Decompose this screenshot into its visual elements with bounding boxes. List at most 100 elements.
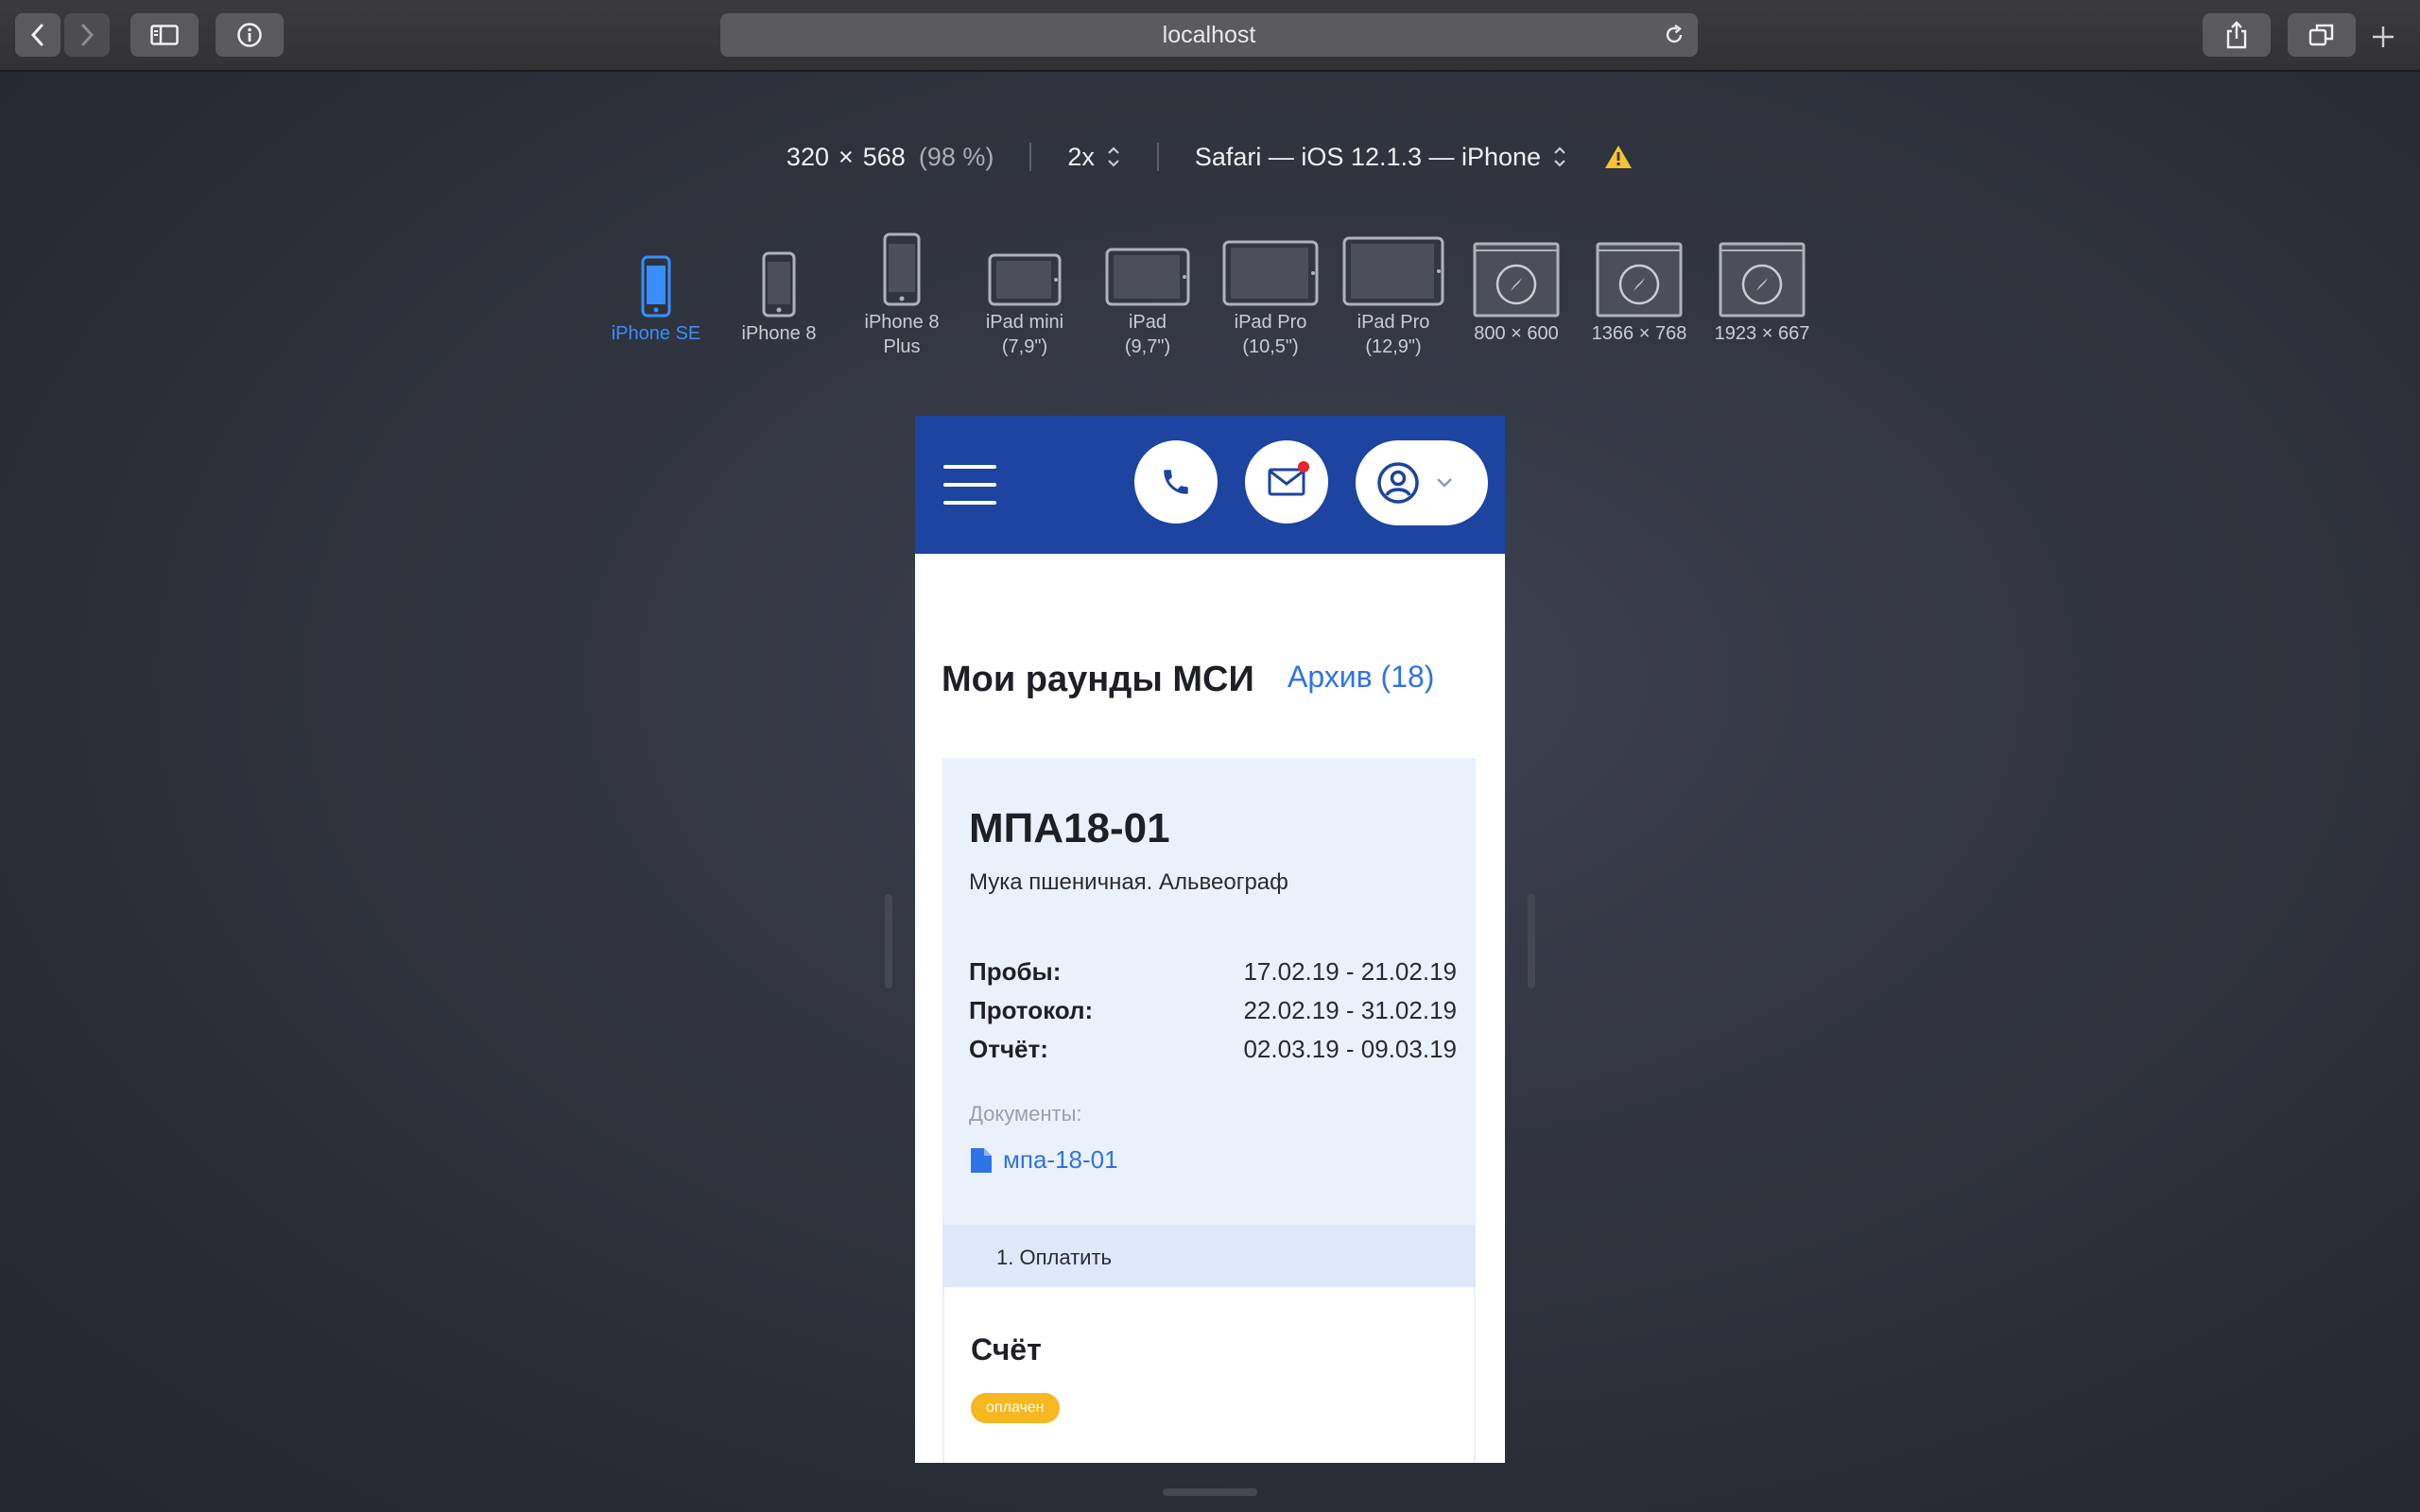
- profile-menu-button[interactable]: [1356, 440, 1488, 525]
- user-agent-select[interactable]: Safari — iOS 12.1.3 — iPhone: [1195, 143, 1567, 172]
- date-label: Отчёт:: [969, 1035, 1048, 1063]
- device-ipad-pro-10-5[interactable]: iPad Pro (10,5"): [1209, 212, 1332, 359]
- address-bar[interactable]: localhost: [720, 13, 1698, 57]
- share-icon: [2226, 21, 2247, 49]
- iphone-icon: [883, 232, 921, 306]
- notification-dot: [1298, 461, 1309, 472]
- messages-button[interactable]: [1245, 440, 1328, 524]
- chevron-down-icon: [1437, 478, 1452, 488]
- mail-icon: [1268, 468, 1305, 496]
- device-ipad[interactable]: iPad (9,7"): [1086, 212, 1209, 359]
- ipad-icon: [1222, 240, 1319, 306]
- device-label-2: (12,9"): [1365, 336, 1422, 357]
- device-label: iPad mini: [985, 312, 1064, 333]
- ipad-icon: [1105, 248, 1190, 306]
- round-card: МПА18-01 Мука пшеничная. Альвеограф Проб…: [942, 758, 1476, 1463]
- phone-icon: [1164, 470, 1188, 494]
- date-label: Протокол:: [969, 996, 1094, 1024]
- device-label-2: Plus: [883, 336, 921, 357]
- device-label-2: (10,5"): [1242, 336, 1299, 357]
- date-value: 22.02.19 - 31.02.19: [1243, 996, 1457, 1024]
- device-label: iPhone 8: [741, 323, 817, 344]
- device-label: iPhone SE: [611, 323, 701, 344]
- phone-viewport: Мои раунды МСИ Архив (18) МПА18-01 Мука …: [915, 416, 1505, 1463]
- page-title: Мои раунды МСИ: [942, 660, 1254, 699]
- viewport-width: 320: [786, 142, 829, 171]
- ipad-icon: [988, 253, 1062, 306]
- device-label-2: (7,9"): [1001, 336, 1048, 357]
- forward-button[interactable]: [64, 13, 110, 57]
- round-code: МПА18-01: [969, 805, 1170, 851]
- chevron-left-icon: [30, 24, 43, 46]
- right-resize-handle[interactable]: [1528, 894, 1535, 988]
- browser-toolbar: localhost: [0, 0, 2420, 72]
- menu-icon: [943, 465, 996, 469]
- device-label: iPad: [1128, 312, 1167, 333]
- device-iphone-8-plus[interactable]: iPhone 8 Plus: [840, 212, 963, 359]
- back-button[interactable]: [15, 13, 60, 57]
- reload-icon[interactable]: [1662, 23, 1686, 47]
- date-value: 02.03.19 - 09.03.19: [1243, 1035, 1457, 1063]
- device-label: 800 × 600: [1474, 323, 1559, 344]
- document-link-label: мпа-18-01: [1003, 1145, 1118, 1174]
- times-sign: ×: [838, 142, 854, 171]
- menu-icon: [943, 483, 996, 487]
- safari-window-icon: [1596, 242, 1683, 318]
- safari-window-icon: [1719, 242, 1806, 318]
- sidebar-button[interactable]: [130, 13, 199, 57]
- device-label: iPad Pro: [1234, 312, 1307, 333]
- site-header: [915, 416, 1505, 554]
- device-1923x667[interactable]: 1923 × 667: [1701, 223, 1824, 346]
- round-dates: Пробы: 17.02.19 - 21.02.19 Протокол: 22.…: [969, 953, 1457, 1069]
- device-label-2: (9,7"): [1124, 336, 1171, 357]
- invoice-section: Счёт оплачен: [944, 1287, 1474, 1463]
- info-button[interactable]: [216, 13, 284, 57]
- date-row: Пробы: 17.02.19 - 21.02.19: [969, 953, 1457, 991]
- left-resize-handle[interactable]: [885, 894, 892, 988]
- updown-chevron-icon: [1108, 146, 1119, 167]
- bottom-resize-handle[interactable]: [1163, 1488, 1257, 1496]
- device-label: iPhone 8: [864, 312, 940, 333]
- user-avatar-icon: [1377, 462, 1419, 504]
- chevron-right-icon: [81, 24, 95, 46]
- menu-button[interactable]: [943, 463, 996, 507]
- documents-label: Документы:: [969, 1102, 1082, 1125]
- warning-icon[interactable]: [1603, 144, 1634, 170]
- divider: [1156, 143, 1159, 171]
- device-ipad-pro-12-9[interactable]: iPad Pro (12,9"): [1332, 212, 1455, 359]
- date-label: Пробы:: [969, 957, 1062, 986]
- date-row: Протокол: 22.02.19 - 31.02.19: [969, 991, 1457, 1030]
- scale-select[interactable]: 2x: [1067, 143, 1121, 172]
- zoom-level: (98 %): [918, 142, 994, 171]
- new-tab-plus-icon[interactable]: [2371, 25, 2395, 49]
- device-label: iPad Pro: [1357, 312, 1430, 333]
- url-text: localhost: [1162, 21, 1256, 48]
- sidebar-icon: [150, 25, 179, 45]
- share-button[interactable]: [2203, 13, 2271, 57]
- archive-link[interactable]: Архив (18): [1288, 660, 1434, 695]
- updown-chevron-icon: [1554, 146, 1565, 167]
- device-iphone-8[interactable]: iPhone 8: [717, 223, 840, 346]
- document-link[interactable]: мпа-18-01: [969, 1145, 1118, 1175]
- device-label: 1923 × 667: [1714, 323, 1810, 344]
- iphone-icon: [762, 251, 796, 318]
- device-1366x768[interactable]: 1366 × 768: [1578, 223, 1701, 346]
- viewport-size[interactable]: 320 × 568 (98 %): [786, 143, 994, 172]
- device-ipad-mini[interactable]: iPad mini (7,9"): [963, 212, 1086, 359]
- step-label: 1. Оплатить: [996, 1246, 1112, 1269]
- viewport-height: 568: [862, 142, 906, 171]
- ipad-icon: [1342, 236, 1444, 306]
- menu-icon: [943, 501, 996, 505]
- device-label: 1366 × 768: [1591, 323, 1687, 344]
- round-description: Мука пшеничная. Альвеограф: [969, 869, 1288, 895]
- scale-value: 2x: [1067, 142, 1095, 171]
- device-iphone-se[interactable]: iPhone SE: [595, 223, 717, 346]
- responsive-info-bar: 320 × 568 (98 %) 2x Safari — iOS 12.1.3 …: [0, 138, 2420, 176]
- divider: [1029, 143, 1032, 171]
- device-800x600[interactable]: 800 × 600: [1455, 223, 1578, 346]
- tabs-overview-button[interactable]: [2288, 13, 2356, 57]
- step-tab[interactable]: 1. Оплатить: [942, 1225, 1476, 1287]
- phone-button[interactable]: [1134, 440, 1218, 524]
- status-badge: оплачен: [971, 1393, 1060, 1423]
- document-icon: [971, 1147, 992, 1173]
